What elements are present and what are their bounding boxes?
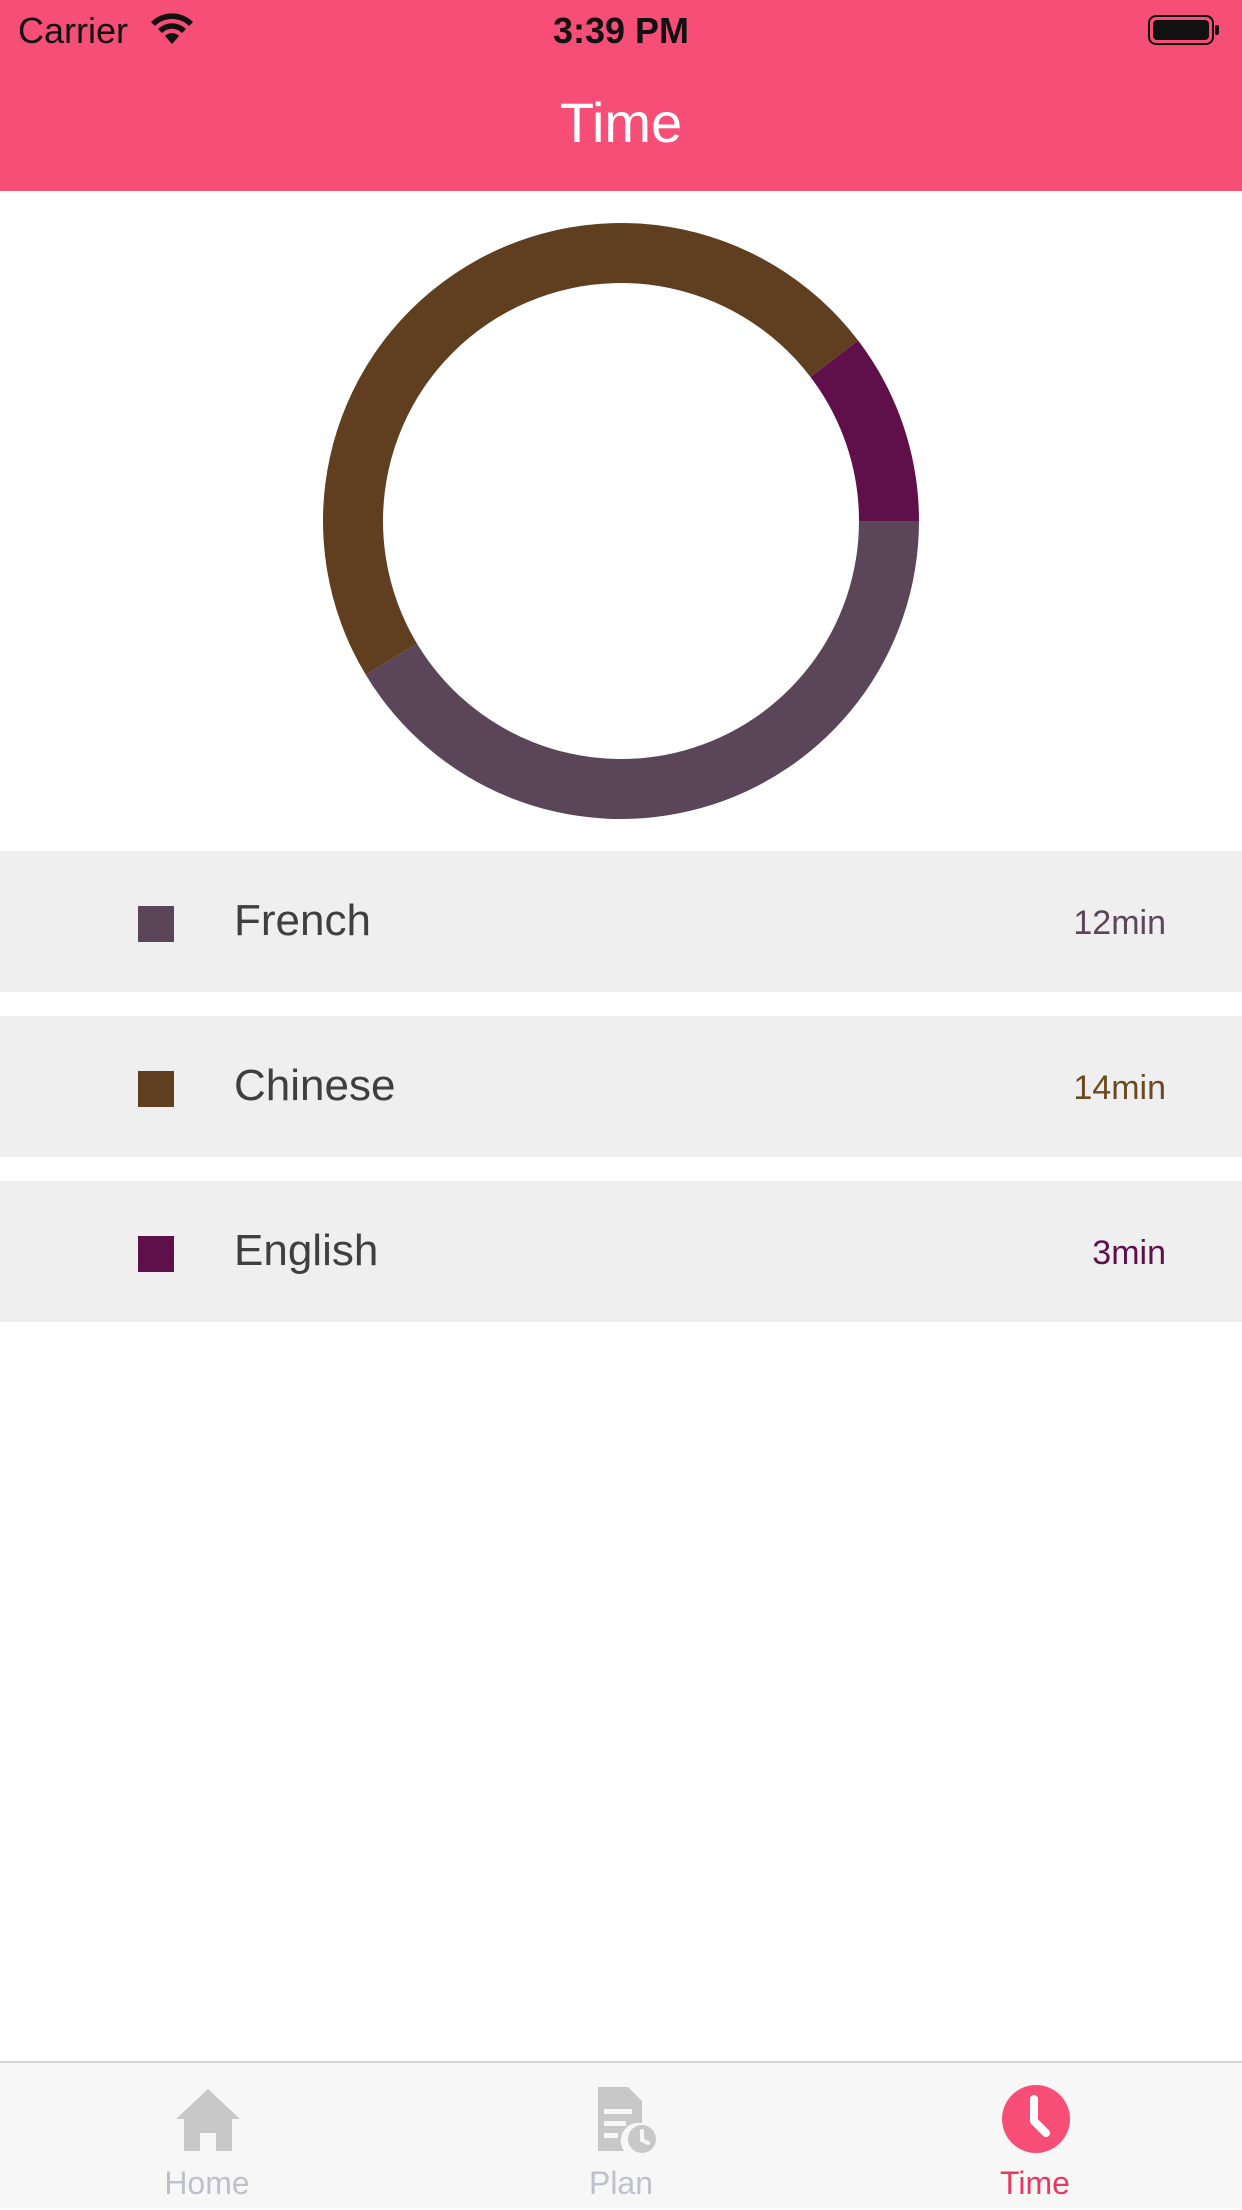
list-item-french[interactable]: French 12min bbox=[0, 851, 1242, 992]
home-icon bbox=[176, 2089, 240, 2151]
status-bar: Carrier 3:39 PM bbox=[0, 0, 1242, 60]
plan-icon bbox=[598, 2087, 656, 2153]
list-item-chinese[interactable]: Chinese 14min bbox=[0, 1016, 1242, 1157]
time-value: 3min bbox=[1092, 1234, 1166, 1272]
tab-label: Home bbox=[164, 2165, 250, 2201]
list-item-english[interactable]: English 3min bbox=[0, 1181, 1242, 1322]
tab-bar: Home Plan Time bbox=[0, 2061, 1242, 2208]
page-title: Time bbox=[559, 91, 683, 154]
battery-icon bbox=[1148, 15, 1219, 45]
status-time: 3:39 PM bbox=[552, 10, 690, 51]
clock-icon bbox=[1002, 2085, 1070, 2153]
time-value: 14min bbox=[1073, 1069, 1166, 1107]
color-swatch bbox=[138, 906, 174, 942]
time-donut-chart bbox=[0, 191, 1242, 851]
tab-label: Time bbox=[1000, 2165, 1070, 2201]
donut-slice-chinese bbox=[323, 223, 859, 675]
tab-plan[interactable]: Plan bbox=[414, 2063, 828, 2210]
tab-label: Plan bbox=[588, 2165, 654, 2201]
tab-time[interactable]: Time bbox=[828, 2063, 1242, 2210]
donut-slice-french bbox=[365, 521, 919, 819]
color-swatch bbox=[138, 1236, 174, 1272]
color-swatch bbox=[138, 1071, 174, 1107]
time-value: 12min bbox=[1073, 904, 1166, 942]
language-label: English bbox=[234, 1226, 379, 1275]
language-label: Chinese bbox=[234, 1061, 396, 1110]
language-label: French bbox=[234, 896, 371, 945]
donut-svg bbox=[323, 223, 919, 819]
header: Carrier 3:39 PM Time bbox=[0, 0, 1242, 191]
tab-home[interactable]: Home bbox=[0, 2063, 414, 2210]
donut-slice-english bbox=[810, 340, 919, 521]
